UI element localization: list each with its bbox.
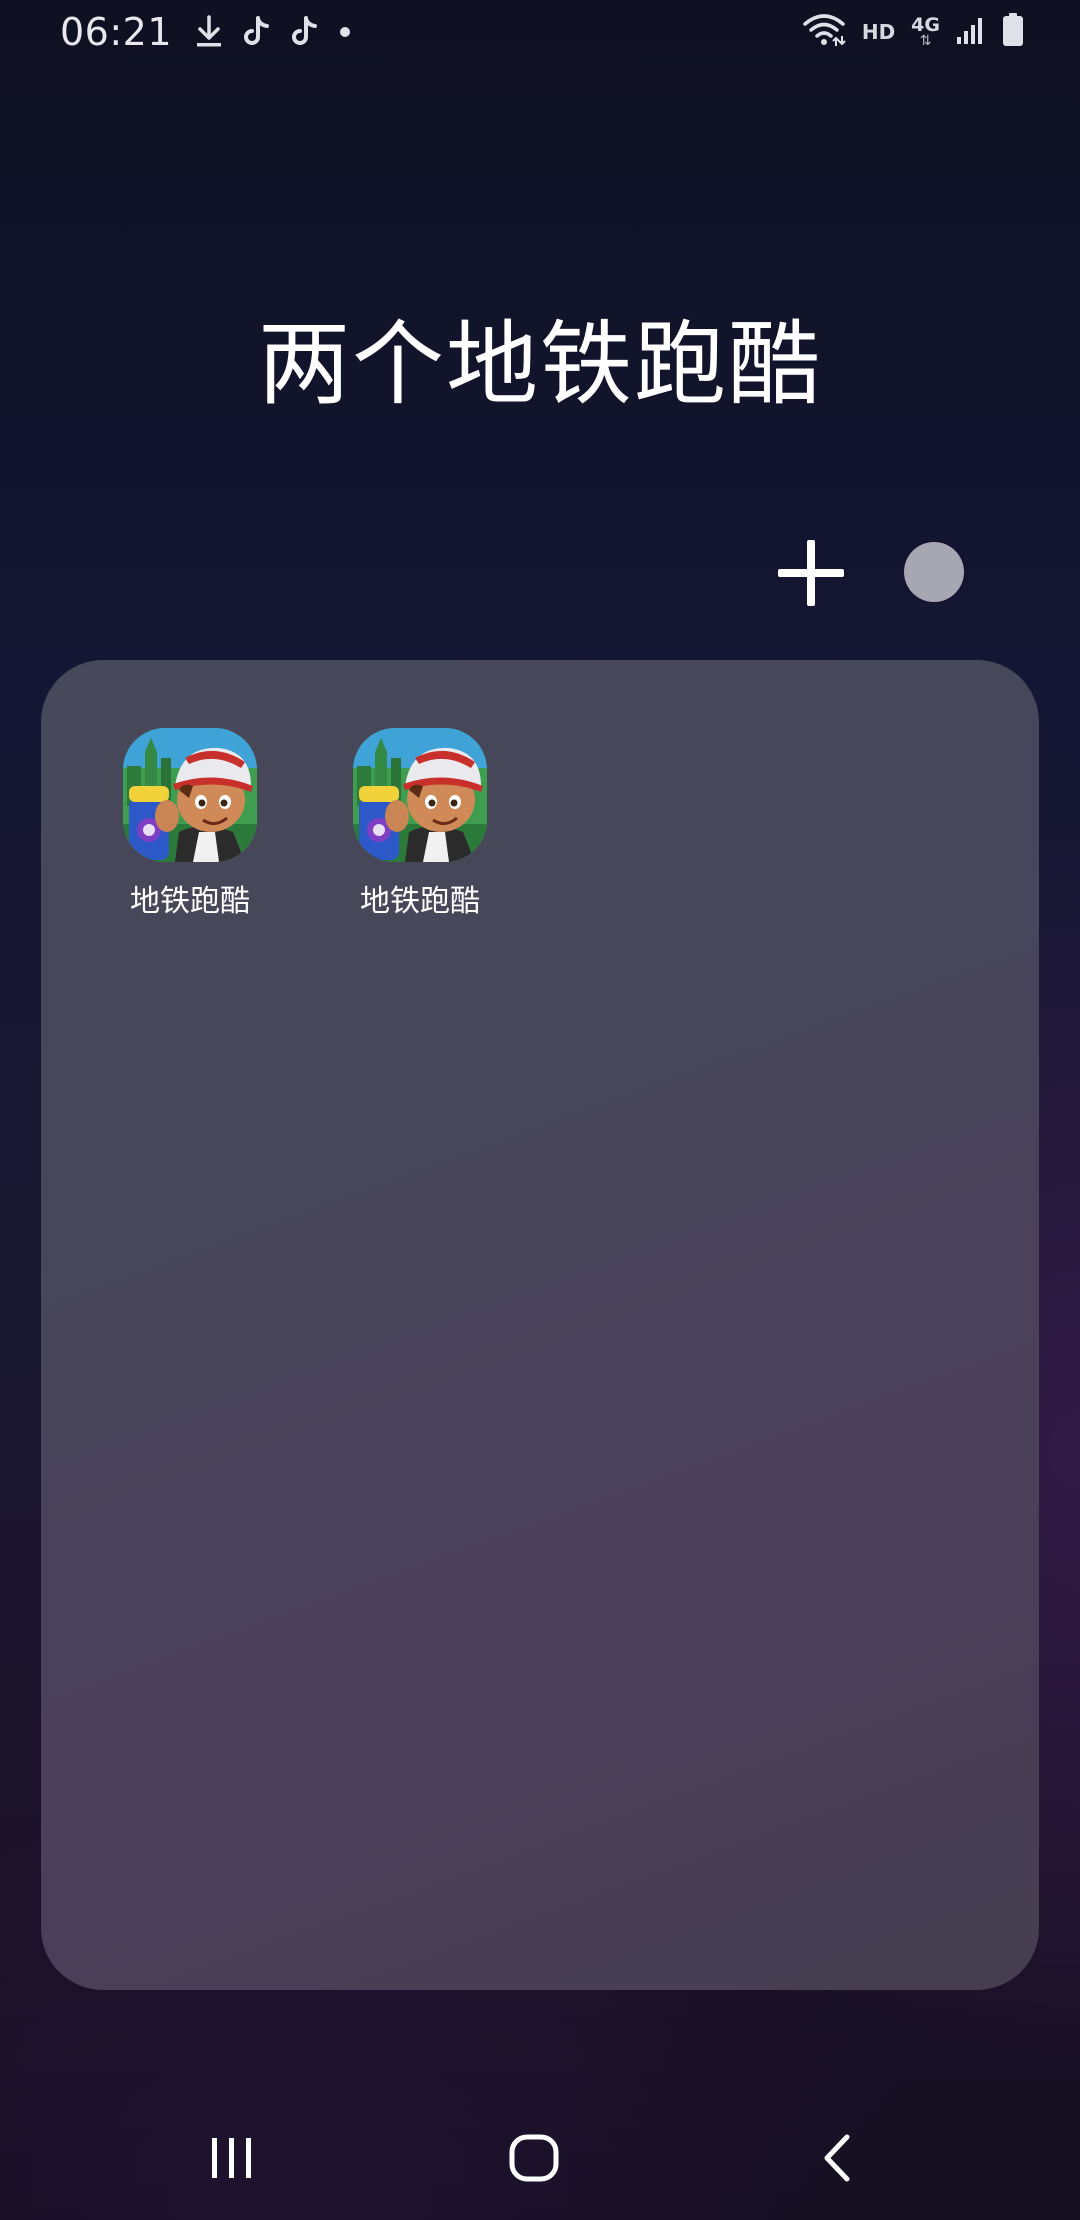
- folder-panel: 地铁跑酷 地铁跑酷: [41, 660, 1039, 1990]
- app-label: 地铁跑酷: [360, 884, 480, 919]
- battery-icon: [1002, 13, 1024, 51]
- status-bar: 06:21 HD 4G ⇅: [0, 0, 1080, 64]
- back-icon: [819, 2133, 853, 2187]
- app-label: 地铁跑酷: [130, 884, 250, 919]
- status-bar-right: HD 4G ⇅: [802, 10, 1024, 54]
- subway-surfers-icon: [123, 728, 257, 862]
- add-apps-button[interactable]: [778, 540, 844, 606]
- home-button[interactable]: [474, 2100, 594, 2220]
- app-item-subway-surfers-clone[interactable]: 地铁跑酷: [325, 728, 515, 920]
- data-arrows-icon: ⇅: [919, 33, 932, 49]
- network-type-label: 4G: [911, 14, 940, 36]
- subway-surfers-icon: [353, 728, 487, 862]
- navigation-bar: [0, 2100, 1080, 2220]
- recent-apps-button[interactable]: [172, 2100, 292, 2220]
- folder-title[interactable]: 两个地铁跑酷: [0, 290, 1080, 423]
- download-icon: [194, 15, 224, 49]
- tiktok-icon: [290, 15, 320, 49]
- back-button[interactable]: [776, 2100, 896, 2220]
- network-type-indicator: 4G ⇅: [911, 14, 940, 49]
- mobile-signal-icon: [956, 15, 986, 49]
- folder-color-button[interactable]: [904, 542, 964, 602]
- app-item-subway-surfers[interactable]: 地铁跑酷: [95, 728, 285, 920]
- recent-apps-icon: [209, 2136, 255, 2184]
- home-icon: [508, 2133, 560, 2187]
- notification-dot-icon: [338, 25, 352, 39]
- clock: 06:21: [60, 10, 173, 54]
- hd-icon: HD: [861, 20, 896, 44]
- tiktok-icon: [242, 15, 272, 49]
- status-bar-left: 06:21: [60, 8, 370, 56]
- wifi-icon: [802, 12, 846, 52]
